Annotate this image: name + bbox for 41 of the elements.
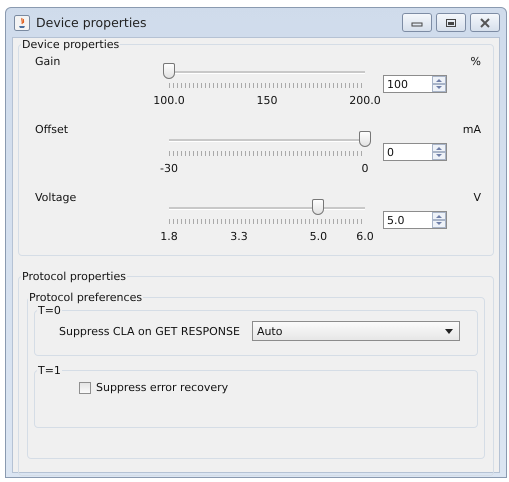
- group-title: Protocol properties: [21, 270, 127, 283]
- unit-label: V: [473, 191, 482, 206]
- group-title: T=0: [37, 304, 62, 317]
- unit-label: mA: [462, 123, 482, 138]
- maximize-icon: [445, 18, 457, 28]
- checkbox[interactable]: [79, 382, 91, 394]
- tick-label: 1.8: [160, 230, 178, 243]
- tick-label: 6.0: [356, 230, 374, 243]
- slider-label: Voltage: [34, 191, 78, 206]
- group-title: Device properties: [21, 38, 120, 51]
- group-title: Protocol preferences: [28, 291, 144, 304]
- slider-thumb[interactable]: [359, 131, 371, 147]
- tick-label: 200.0: [349, 94, 381, 107]
- spinner-arrows-icon[interactable]: [432, 144, 446, 160]
- spinner-arrows-icon[interactable]: [432, 76, 446, 92]
- close-icon: [479, 18, 491, 28]
- spinner-field[interactable]: 100: [383, 75, 447, 93]
- spinner-arrows-icon[interactable]: [432, 212, 446, 228]
- tick-label: 100.0: [153, 94, 185, 107]
- checkbox-label: Suppress error recovery: [96, 381, 228, 394]
- field-label: Suppress CLA on GET RESPONSE: [59, 324, 240, 338]
- group-title: T=1: [37, 364, 62, 377]
- slider-thumb[interactable]: [312, 199, 324, 215]
- tick-label: 3.3: [230, 230, 248, 243]
- tick-label: 150: [256, 94, 278, 107]
- maximize-button[interactable]: [436, 13, 466, 32]
- caret-icon: [444, 328, 453, 334]
- spinner-field[interactable]: 5.0: [383, 211, 447, 229]
- minimize-button[interactable]: [402, 13, 432, 32]
- window-title: Device properties: [36, 15, 147, 30]
- app-icon: [14, 14, 30, 30]
- slider-label: Gain: [34, 55, 62, 70]
- tick-label: -30: [160, 162, 178, 175]
- spinner-field[interactable]: 0: [383, 143, 447, 161]
- tick-label: 0: [362, 162, 368, 175]
- close-button[interactable]: [470, 13, 500, 32]
- slider-thumb[interactable]: [163, 63, 175, 79]
- dropdown[interactable]: Auto: [252, 321, 460, 341]
- slider-label: Offset: [34, 123, 70, 138]
- unit-label: %: [470, 55, 482, 70]
- tick-label: 5.0: [310, 230, 328, 243]
